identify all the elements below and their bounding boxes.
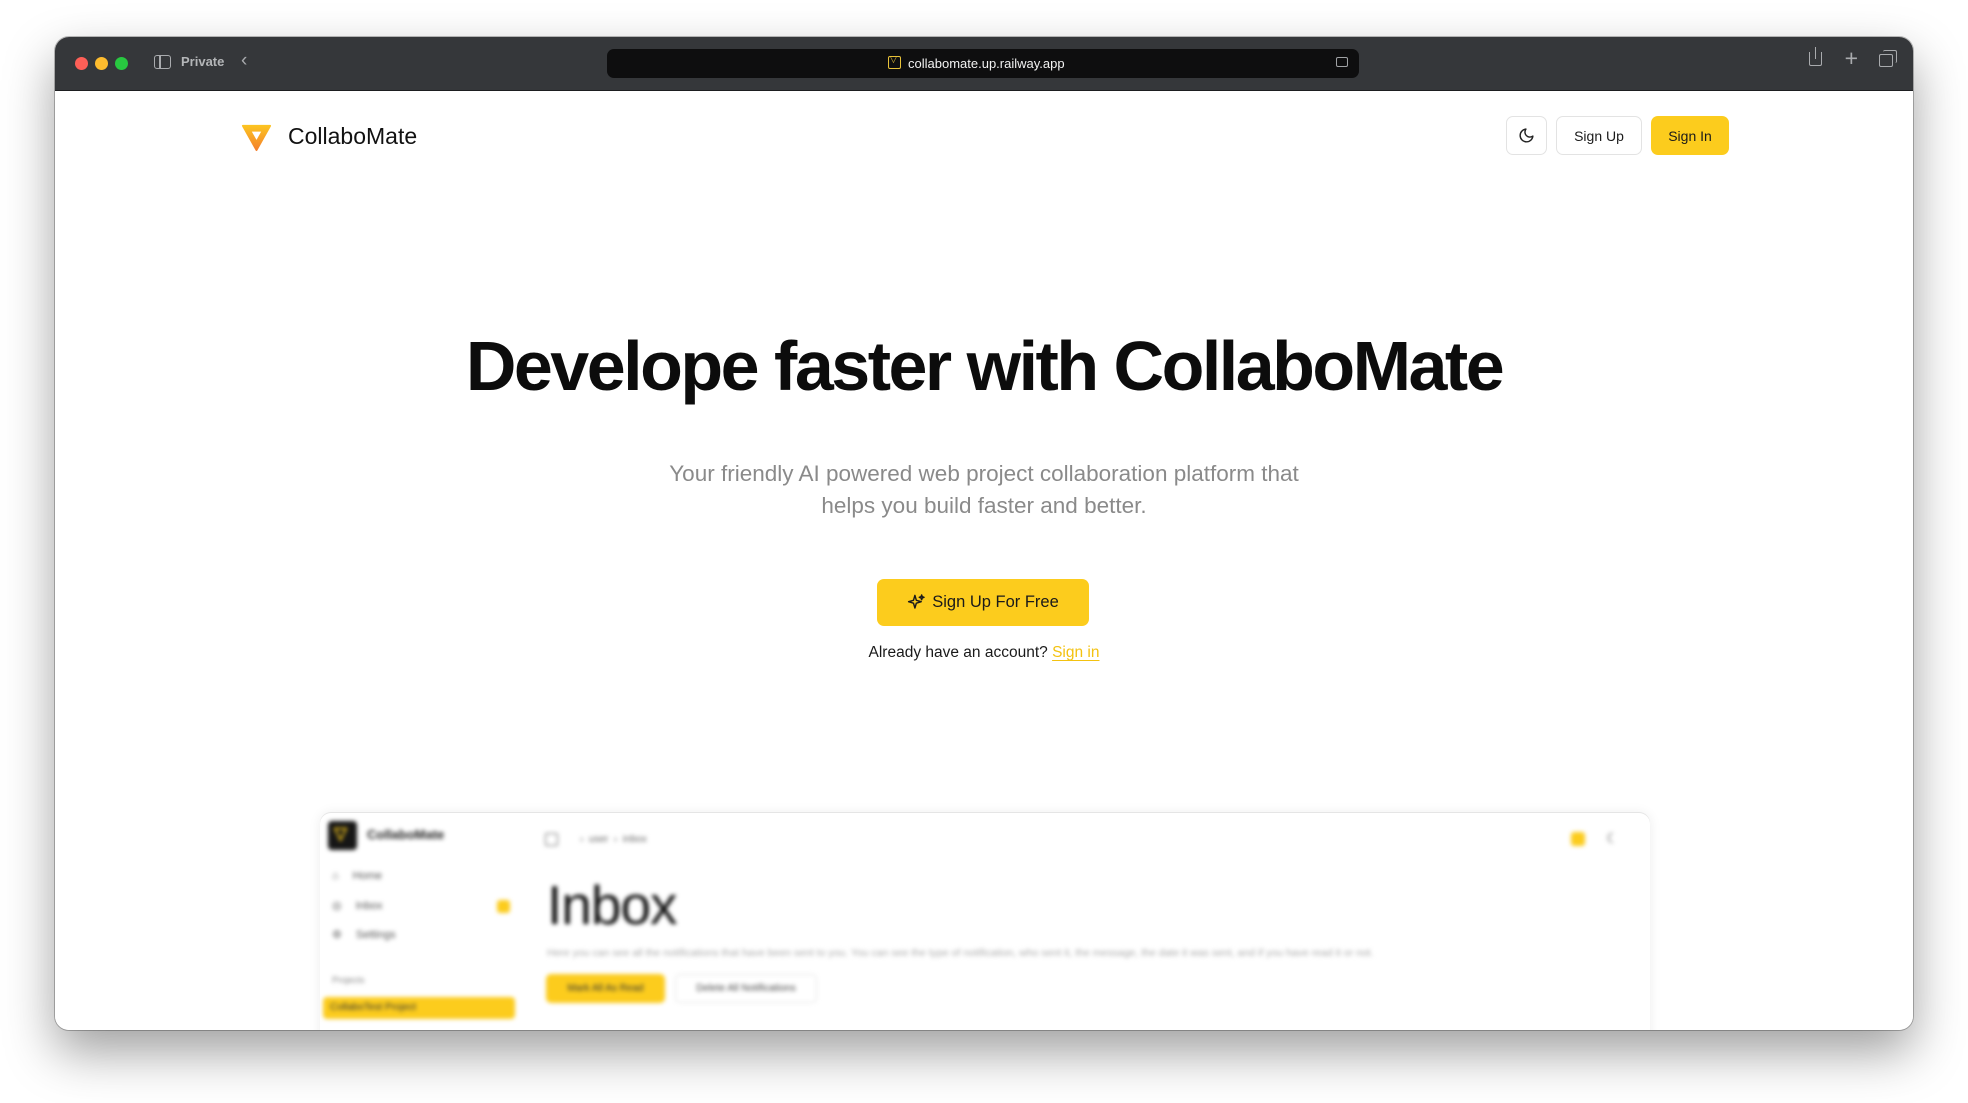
header-actions: Sign Up Sign In (1506, 116, 1729, 155)
theme-toggle-button[interactable] (1506, 116, 1547, 155)
sign-up-button[interactable]: Sign Up (1556, 116, 1642, 155)
private-label: Private (181, 54, 225, 69)
preview-notification-icon (1571, 832, 1585, 846)
preview-nav-settings: ⚙ Settings (332, 929, 396, 941)
hero-subtitle: Your friendly AI powered web project col… (669, 461, 1299, 518)
preview-sidebar-icon (545, 833, 558, 846)
account-prompt-text: Already have an account? (868, 644, 1048, 661)
sign-in-button[interactable]: Sign In (1651, 116, 1729, 155)
sign-in-link[interactable]: Sign in (1052, 644, 1099, 661)
preview-nav-inbox: ◎ Inbox (332, 900, 383, 912)
app-preview-content: CollaboMate ⌂Home ◎Inbox ⚙Settings Proje… (320, 813, 1650, 1030)
brand-link[interactable]: CollaboMate (240, 120, 417, 153)
url-text: collabomate.up.railway.app (908, 56, 1065, 71)
cta-label: Sign Up For Free (932, 593, 1059, 611)
account-prompt: Already have an account? Sign in (55, 644, 1913, 662)
preview-delete-all-button: Delete All Notifications (675, 974, 817, 1003)
moon-icon (1519, 128, 1534, 143)
back-icon[interactable]: ‹ (241, 50, 247, 72)
browser-titlebar: Private ‹ collabomate.up.railway.app + (55, 37, 1913, 91)
sidebar-icon[interactable] (154, 55, 171, 69)
preview-inbox-badge (497, 900, 510, 913)
zoom-window-button[interactable] (115, 57, 128, 70)
site-favicon-icon (888, 54, 901, 69)
preview-page-title: Inbox (547, 874, 678, 936)
preview-nav-home: ⌂ Home (332, 870, 382, 882)
preview-brand: CollaboMate (367, 827, 445, 842)
sign-up-free-button[interactable]: Sign Up For Free (877, 579, 1089, 626)
reader-mode-icon[interactable] (1336, 57, 1348, 67)
sparkles-icon (908, 594, 925, 609)
share-icon[interactable] (1809, 47, 1822, 66)
tab-overview-icon[interactable] (1879, 50, 1897, 67)
preview-logo-icon (328, 821, 357, 850)
collabomate-logo-icon (241, 124, 272, 152)
browser-window: Private ‹ collabomate.up.railway.app + C… (55, 37, 1913, 1030)
preview-projects-label: Projects (332, 975, 365, 985)
hero-title: Develope faster with CollaboMate (465, 327, 1505, 405)
preview-theme-icon: ☾ (1606, 830, 1619, 846)
preview-breadcrumb: › user › inbox (545, 833, 647, 846)
minimize-window-button[interactable] (95, 57, 108, 70)
preview-description: Here you can see all the notifications t… (547, 947, 1374, 959)
address-bar[interactable]: collabomate.up.railway.app (607, 49, 1359, 78)
app-preview-screenshot: CollaboMate ⌂Home ◎Inbox ⚙Settings Proje… (320, 813, 1650, 1030)
preview-mark-all-button: Mark All As Read (546, 974, 665, 1003)
page-content: CollaboMate Sign Up Sign In Develope fas… (55, 91, 1913, 1030)
preview-project-select: CollaboTest Project (323, 997, 515, 1019)
new-tab-icon[interactable]: + (1845, 47, 1858, 70)
brand-name: CollaboMate (288, 123, 418, 149)
close-window-button[interactable] (75, 57, 88, 70)
